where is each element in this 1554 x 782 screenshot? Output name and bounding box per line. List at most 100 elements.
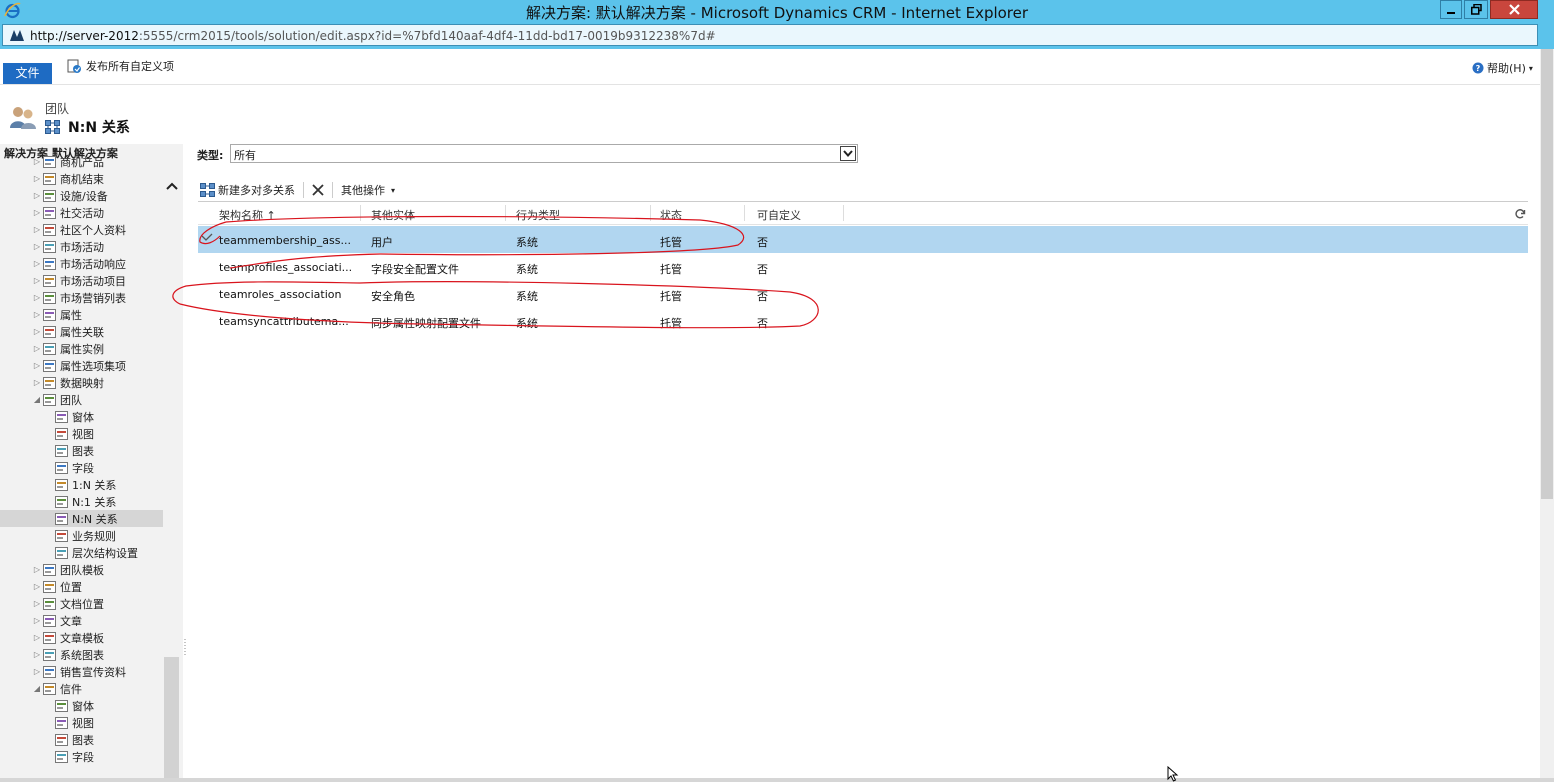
page-title-text: N:N 关系 xyxy=(68,120,130,136)
column-divider[interactable] xyxy=(650,205,651,221)
nav-item-label: 市场活动 xyxy=(60,240,104,254)
nav-item[interactable]: 视图 xyxy=(0,714,163,731)
nav-item[interactable]: ▷ 属性关联 xyxy=(0,323,163,340)
nav-item[interactable]: 1:N 关系 xyxy=(0,476,163,493)
collapsed-arrow-icon[interactable]: ▷ xyxy=(32,667,42,676)
nav-item[interactable]: ▷ 属性实例 xyxy=(0,340,163,357)
table-row[interactable]: teamroles_association 安全角色 系统 托管 否 xyxy=(198,280,1528,307)
nav-item[interactable]: ▷ 市场营销列表 xyxy=(0,289,163,306)
pane-splitter[interactable] xyxy=(183,144,189,778)
column-header-state[interactable]: 状态 xyxy=(660,207,682,223)
publish-all-button[interactable]: 发布所有自定义项 xyxy=(67,58,174,74)
column-header-entity[interactable]: 其他实体 xyxy=(371,207,415,223)
nav-item[interactable]: ▷ 销售宣传资料 xyxy=(0,663,163,680)
nav-item[interactable]: ▷ 市场活动 xyxy=(0,238,163,255)
table-row[interactable]: teamprofiles_associati... 字段安全配置文件 系统 托管 否 xyxy=(198,253,1528,280)
nav-item[interactable]: ▷ 市场活动响应 xyxy=(0,255,163,272)
nav-item[interactable]: 层次结构设置 xyxy=(0,544,163,561)
collapsed-arrow-icon[interactable]: ▷ xyxy=(32,208,42,217)
nav-item[interactable]: 图表 xyxy=(0,442,163,459)
nav-item[interactable]: ◢ 团队 xyxy=(0,391,163,408)
collapsed-arrow-icon[interactable]: ▷ xyxy=(32,633,42,642)
expanded-arrow-icon[interactable]: ◢ xyxy=(32,684,42,693)
collapsed-arrow-icon[interactable]: ▷ xyxy=(32,191,42,200)
collapsed-arrow-icon[interactable]: ▷ xyxy=(32,293,42,302)
nav-item[interactable]: N:1 关系 xyxy=(0,493,163,510)
column-header-schema[interactable]: 架构名称 ↑ xyxy=(219,207,276,223)
collapsed-arrow-icon[interactable]: ▷ xyxy=(32,361,42,370)
nav-item[interactable]: 视图 xyxy=(0,425,163,442)
nav-item[interactable]: ▷ 系统图表 xyxy=(0,646,163,663)
refresh-icon[interactable] xyxy=(1514,208,1526,220)
nav-item[interactable]: ▷ 市场活动项目 xyxy=(0,272,163,289)
horizontal-scrollbar[interactable] xyxy=(0,778,1554,782)
file-button[interactable]: 文件 xyxy=(3,63,52,84)
nav-item[interactable]: ▷ 文章模板 xyxy=(0,629,163,646)
nav-item[interactable]: ▷ 属性选项集项 xyxy=(0,357,163,374)
nav-item[interactable]: ▷ 商机产品 xyxy=(0,153,163,170)
nav-item[interactable]: 业务规则 xyxy=(0,527,163,544)
new-nn-relationship-button[interactable]: 新建多对多关系 xyxy=(200,182,295,198)
column-divider[interactable] xyxy=(744,205,745,221)
nav-item[interactable]: ▷ 属性 xyxy=(0,306,163,323)
column-header-behavior[interactable]: 行为类型 xyxy=(516,207,560,223)
nav-item[interactable]: 窗体 xyxy=(0,697,163,714)
nav-item[interactable]: ▷ 文档位置 xyxy=(0,595,163,612)
nav-item[interactable]: ▷ 位置 xyxy=(0,578,163,595)
nav-item[interactable]: ▷ 社交活动 xyxy=(0,204,163,221)
minimize-button[interactable] xyxy=(1440,0,1462,19)
collapsed-arrow-icon[interactable]: ▷ xyxy=(32,327,42,336)
dropdown-arrow-icon[interactable] xyxy=(840,146,856,161)
type-filter-select[interactable]: 所有 xyxy=(230,144,858,163)
nav-scrollbar[interactable] xyxy=(163,171,180,778)
collapsed-arrow-icon[interactable]: ▷ xyxy=(32,157,42,166)
url-field[interactable]: http://server-2012:5555/crm2015/tools/so… xyxy=(2,24,1538,46)
entity-icon xyxy=(54,410,69,423)
collapsed-arrow-icon[interactable]: ▷ xyxy=(32,344,42,353)
collapsed-arrow-icon[interactable]: ▷ xyxy=(32,310,42,319)
nav-item[interactable]: 字段 xyxy=(0,459,163,476)
collapsed-arrow-icon[interactable]: ▷ xyxy=(32,599,42,608)
table-row[interactable]: teammembership_ass... 用户 系统 托管 否 xyxy=(198,226,1528,253)
column-header-customizable[interactable]: 可自定义 xyxy=(757,207,801,223)
expanded-arrow-icon[interactable]: ◢ xyxy=(32,395,42,404)
nav-item-label: 字段 xyxy=(72,461,94,475)
table-row[interactable]: teamsyncattributema... 同步属性映射配置文件 系统 托管 否 xyxy=(198,307,1528,334)
collapsed-arrow-icon[interactable]: ▷ xyxy=(32,378,42,387)
column-divider[interactable] xyxy=(505,205,506,221)
nav-scroll-thumb[interactable] xyxy=(164,657,179,778)
collapsed-arrow-icon[interactable]: ▷ xyxy=(32,582,42,591)
close-button[interactable] xyxy=(1490,0,1538,19)
collapsed-arrow-icon[interactable]: ▷ xyxy=(32,565,42,574)
delete-button[interactable] xyxy=(312,184,324,196)
help-button[interactable]: ? 帮助(H) ▾ xyxy=(1472,60,1533,76)
collapsed-arrow-icon[interactable]: ▷ xyxy=(32,242,42,251)
nav-item[interactable]: ◢ 信件 xyxy=(0,680,163,697)
column-divider[interactable] xyxy=(843,205,844,221)
nav-item-label: 市场活动响应 xyxy=(60,257,126,271)
restore-button[interactable] xyxy=(1464,0,1488,19)
collapsed-arrow-icon[interactable]: ▷ xyxy=(32,225,42,234)
more-actions-button[interactable]: 其他操作 ▾ xyxy=(341,182,395,198)
chevron-up-icon[interactable] xyxy=(166,181,178,191)
nav-item[interactable]: ▷ 社区个人资料 xyxy=(0,221,163,238)
page-scrollbar[interactable] xyxy=(1540,49,1554,778)
collapsed-arrow-icon[interactable]: ▷ xyxy=(32,259,42,268)
collapsed-arrow-icon[interactable]: ▷ xyxy=(32,276,42,285)
nav-item[interactable]: 图表 xyxy=(0,731,163,748)
page-scroll-thumb[interactable] xyxy=(1541,49,1553,499)
column-divider[interactable] xyxy=(360,205,361,221)
nav-item[interactable]: ▷ 商机结束 xyxy=(0,170,163,187)
collapsed-arrow-icon[interactable]: ▷ xyxy=(32,650,42,659)
collapsed-arrow-icon[interactable]: ▷ xyxy=(32,174,42,183)
nav-item[interactable]: N:N 关系 xyxy=(0,510,163,527)
nav-item[interactable]: ▷ 文章 xyxy=(0,612,163,629)
nav-item[interactable]: 窗体 xyxy=(0,408,163,425)
row-check-icon[interactable] xyxy=(201,233,213,246)
nav-item[interactable]: ▷ 设施/设备 xyxy=(0,187,163,204)
nav-item[interactable]: 字段 xyxy=(0,748,163,765)
collapsed-arrow-icon[interactable]: ▷ xyxy=(32,616,42,625)
nav-item-label: 字段 xyxy=(72,750,94,764)
nav-item[interactable]: ▷ 数据映射 xyxy=(0,374,163,391)
nav-item[interactable]: ▷ 团队模板 xyxy=(0,561,163,578)
